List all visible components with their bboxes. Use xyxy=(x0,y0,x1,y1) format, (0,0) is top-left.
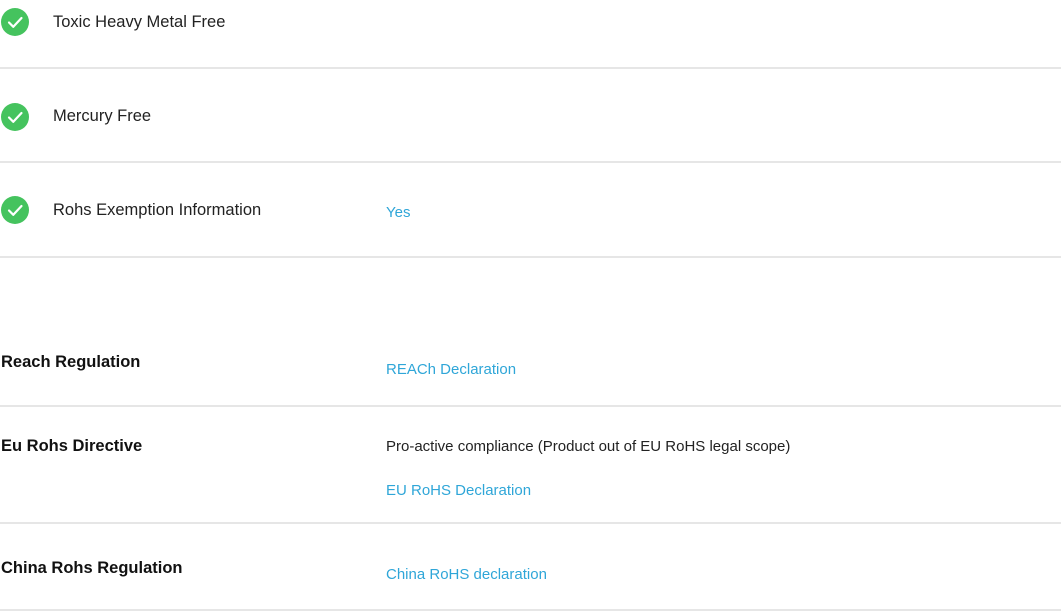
regulation-label: China Rohs Regulation xyxy=(1,559,183,577)
rohs-exemption-yes-link[interactable]: Yes xyxy=(386,204,410,221)
check-circle-icon xyxy=(1,103,29,131)
regulation-label: Eu Rohs Directive xyxy=(1,437,143,455)
check-label: Toxic Heavy Metal Free xyxy=(53,13,226,31)
check-label: Mercury Free xyxy=(53,107,152,125)
regulation-row-eu-rohs: Eu Rohs Directive Pro-active compliance … xyxy=(0,407,1061,524)
regulation-label: Reach Regulation xyxy=(1,353,141,371)
check-circle-icon xyxy=(1,8,29,36)
china-rohs-declaration-link[interactable]: China RoHS declaration xyxy=(386,566,547,583)
check-row-toxic-heavy-metal-free: Toxic Heavy Metal Free xyxy=(0,0,1061,69)
check-circle-icon xyxy=(1,196,29,224)
reach-declaration-link[interactable]: REACh Declaration xyxy=(386,361,516,378)
regulation-compliance-text: Pro-active compliance (Product out of EU… xyxy=(386,438,791,455)
regulation-row-reach: Reach Regulation REACh Declaration xyxy=(0,258,1061,407)
check-label: Rohs Exemption Information xyxy=(53,201,262,219)
environmental-compliance-section: Toxic Heavy Metal Free Mercury Free Rohs… xyxy=(0,0,1061,612)
check-row-rohs-exemption-information: Rohs Exemption Information Yes xyxy=(0,163,1061,258)
regulation-row-china-rohs: China Rohs Regulation China RoHS declara… xyxy=(0,524,1061,611)
check-row-mercury-free: Mercury Free xyxy=(0,69,1061,163)
eu-rohs-declaration-link[interactable]: EU RoHS Declaration xyxy=(386,482,531,499)
